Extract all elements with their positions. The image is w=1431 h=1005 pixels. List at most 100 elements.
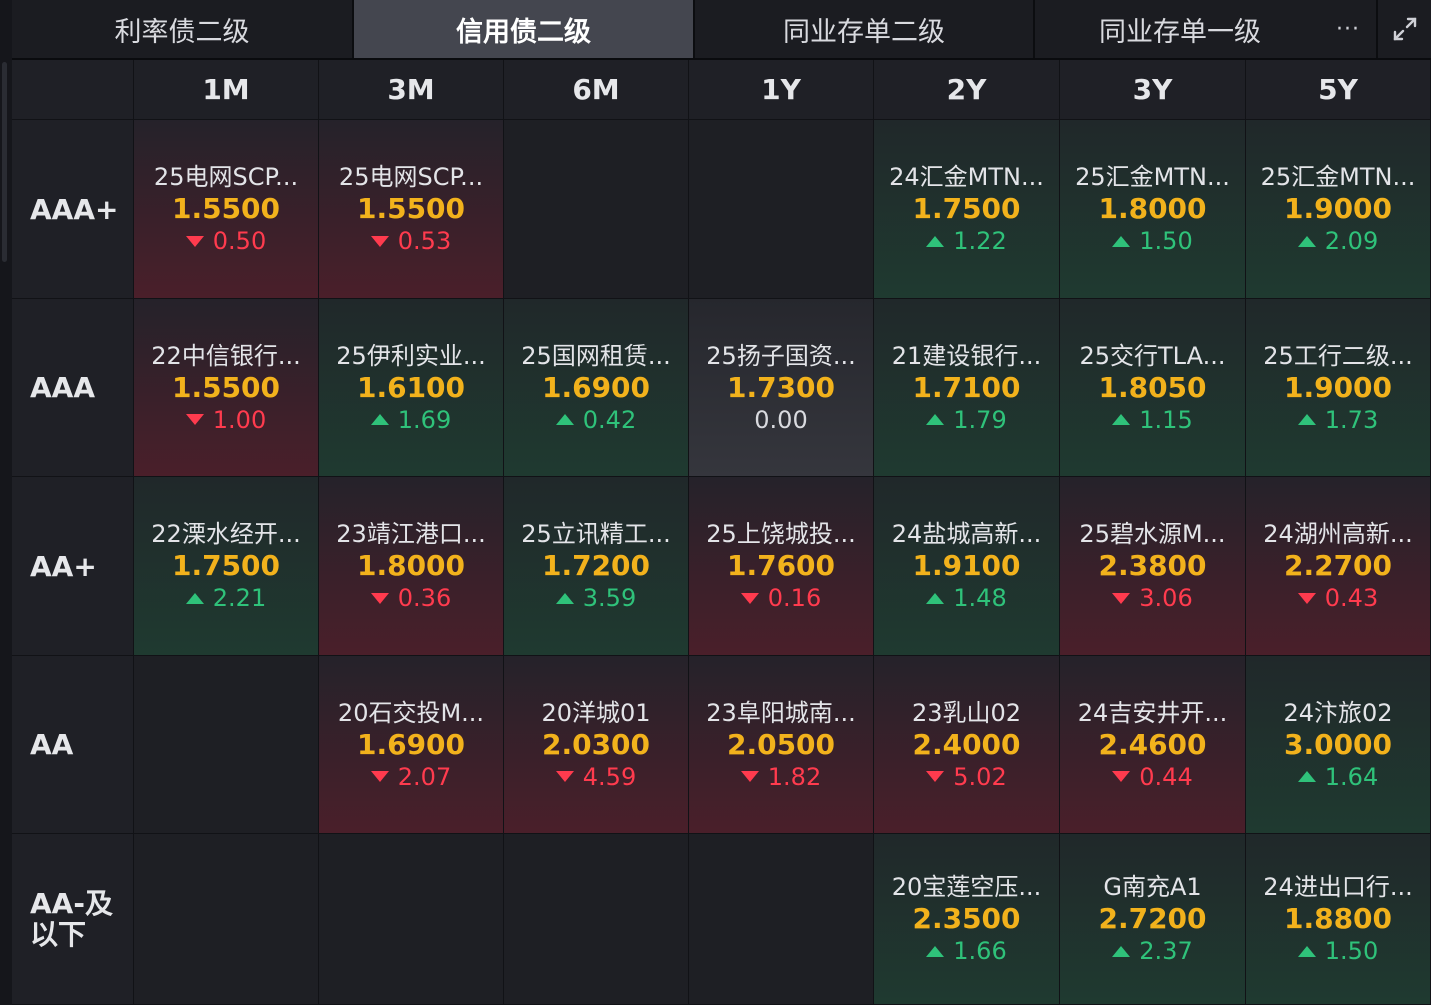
- bond-yield: 1.6900: [356, 727, 466, 761]
- tenor-header-1y: 1Y: [689, 60, 874, 120]
- bond-name: 25碧水源M...: [1079, 520, 1226, 548]
- bond-yield: 1.7500: [171, 549, 281, 582]
- bond-change-value: 1.69: [397, 405, 452, 434]
- bond-cell[interactable]: 24吉安井开... 2.4600 0.44: [1060, 656, 1246, 834]
- bond-yield: 1.9100: [912, 549, 1021, 582]
- bond-yield: 2.4600: [1098, 727, 1207, 761]
- arrow-down-icon: [185, 414, 204, 425]
- arrow-up-icon: [926, 592, 945, 604]
- arrow-down-icon: [740, 592, 759, 604]
- bond-cell[interactable]: 25国网租赁... 1.6900 0.42: [504, 299, 689, 477]
- rating-label: AAA: [12, 299, 134, 477]
- bond-cell[interactable]: 22中信银行... 1.5500 1.00: [134, 299, 319, 477]
- arrow-up-icon: [1297, 771, 1316, 782]
- bond-cell[interactable]: 24湖州高新... 2.2700 0.43: [1246, 477, 1431, 656]
- arrow-up-icon: [1112, 235, 1131, 247]
- bond-cell[interactable]: 22溧水经开... 1.7500 2.21: [134, 477, 319, 656]
- bond-change: 0.43: [1297, 583, 1378, 613]
- bond-cell[interactable]: 23乳山02 2.4000 5.02: [874, 656, 1060, 834]
- bond-cell[interactable]: 20石交投M... 1.6900 2.07: [319, 656, 504, 834]
- arrow-up-icon: [555, 592, 574, 604]
- arrow-down-icon: [185, 235, 204, 247]
- bond-change: 1.66: [926, 936, 1007, 966]
- empty-cell: [689, 834, 874, 1005]
- rating-label: AAA+: [12, 120, 134, 299]
- tab-credit-bond-secondary[interactable]: 信用债二级: [354, 0, 695, 58]
- arrow-down-icon: [555, 771, 574, 782]
- left-scroll-strip[interactable]: [0, 0, 12, 1005]
- bond-yield: 2.3800: [1098, 549, 1207, 582]
- bond-name: G南充A1: [1103, 873, 1202, 901]
- bond-cell[interactable]: 25上饶城投... 1.7600 0.16: [689, 477, 874, 656]
- bond-yield: 3.0000: [1283, 727, 1393, 761]
- bond-change: 1.73: [1297, 405, 1378, 435]
- rating-label: AA-及 以下: [12, 834, 134, 1005]
- bond-change-value: 2.07: [397, 762, 452, 791]
- bond-cell[interactable]: 25汇金MTN... 1.8000 1.50: [1060, 120, 1246, 299]
- bond-change: 0.00: [754, 405, 807, 435]
- bond-change: 1.50: [1297, 936, 1378, 966]
- bond-cell[interactable]: 23阜阳城南... 2.0500 1.82: [689, 656, 874, 834]
- bond-name: 20洋城01: [541, 698, 651, 727]
- more-tabs-button[interactable]: ···: [1322, 0, 1374, 58]
- tab-ncd-secondary[interactable]: 同业存单二级: [695, 0, 1035, 58]
- bond-change: 5.02: [926, 762, 1007, 792]
- tab-rate-bond-secondary[interactable]: 利率债二级: [12, 0, 354, 58]
- bond-change: 0.53: [370, 226, 451, 256]
- bond-cell[interactable]: 24进出口行... 1.8800 1.50: [1246, 834, 1431, 1005]
- bond-name: 25工行二级...: [1263, 341, 1413, 370]
- bond-change: 1.15: [1112, 405, 1193, 435]
- expand-button[interactable]: [1376, 0, 1431, 58]
- rating-label-line: 以下: [30, 918, 87, 951]
- bond-yield: 2.0300: [541, 727, 651, 761]
- bond-cell[interactable]: 21建设银行... 1.7100 1.79: [874, 299, 1060, 477]
- arrow-down-icon: [1112, 592, 1131, 604]
- bond-name: 24湖州高新...: [1263, 520, 1413, 548]
- arrow-down-icon: [740, 771, 759, 782]
- bond-cell[interactable]: 23靖江港口... 1.8000 0.36: [319, 477, 504, 656]
- bond-yield: 1.7600: [726, 549, 836, 582]
- bond-change: 2.07: [370, 762, 452, 792]
- bond-yield: 1.7300: [726, 370, 836, 404]
- bond-change: 1.48: [926, 583, 1007, 613]
- bond-cell[interactable]: 25工行二级... 1.9000 1.73: [1246, 299, 1431, 477]
- bond-cell[interactable]: 24盐城高新... 1.9100 1.48: [874, 477, 1060, 656]
- bond-change: 1.22: [926, 226, 1007, 256]
- bond-cell[interactable]: 25电网SCP... 1.5500 0.50: [134, 120, 319, 299]
- bond-change: 1.00: [185, 405, 267, 435]
- bond-cell[interactable]: 25立讯精工... 1.7200 3.59: [504, 477, 689, 656]
- tenor-header-3y: 3Y: [1060, 60, 1246, 120]
- bond-change-value: 1.00: [212, 405, 267, 434]
- bond-change: 3.06: [1112, 583, 1193, 613]
- bond-cell[interactable]: 25汇金MTN... 1.9000 2.09: [1246, 120, 1431, 299]
- arrow-up-icon: [1297, 414, 1316, 425]
- bond-cell[interactable]: 25电网SCP... 1.5500 0.53: [319, 120, 504, 299]
- bond-cell[interactable]: 25交行TLA... 1.8050 1.15: [1060, 299, 1246, 477]
- bond-name: 24吉安井开...: [1077, 698, 1228, 727]
- bond-cell[interactable]: 24汴旅02 3.0000 1.64: [1246, 656, 1431, 834]
- tab-ncd-primary[interactable]: 同业存单一级: [1035, 0, 1325, 58]
- bond-cell[interactable]: 20洋城01 2.0300 4.59: [504, 656, 689, 834]
- bond-change-value: 1.66: [953, 937, 1007, 965]
- bond-change-value: 0.50: [212, 227, 267, 255]
- bond-cell[interactable]: 24汇金MTN... 1.7500 1.22: [874, 120, 1060, 299]
- bond-name: 24汇金MTN...: [889, 163, 1044, 191]
- bond-cell[interactable]: G南充A1 2.7200 2.37: [1060, 834, 1246, 1005]
- bond-cell[interactable]: 20宝莲空压... 2.3500 1.66: [874, 834, 1060, 1005]
- bond-yield: 2.7200: [1098, 902, 1207, 935]
- arrow-up-icon: [926, 235, 945, 247]
- empty-cell: [689, 120, 874, 299]
- bond-name: 23乳山02: [911, 698, 1022, 727]
- bond-name: 24汴旅02: [1283, 698, 1393, 727]
- bond-name: 25电网SCP...: [153, 163, 299, 191]
- bond-cell[interactable]: 25扬子国资... 1.7300 0.00: [689, 299, 874, 477]
- bond-yield: 1.5500: [171, 370, 281, 404]
- scroll-handle[interactable]: [2, 62, 7, 262]
- bond-cell[interactable]: 25碧水源M... 2.3800 3.06: [1060, 477, 1246, 656]
- empty-cell: [504, 120, 689, 299]
- bond-change: 0.42: [555, 405, 636, 435]
- bond-cell[interactable]: 25伊利实业... 1.6100 1.69: [319, 299, 504, 477]
- bond-yield: 1.8050: [1098, 370, 1207, 404]
- arrow-down-icon: [370, 771, 389, 782]
- bond-change-value: 0.36: [397, 584, 452, 612]
